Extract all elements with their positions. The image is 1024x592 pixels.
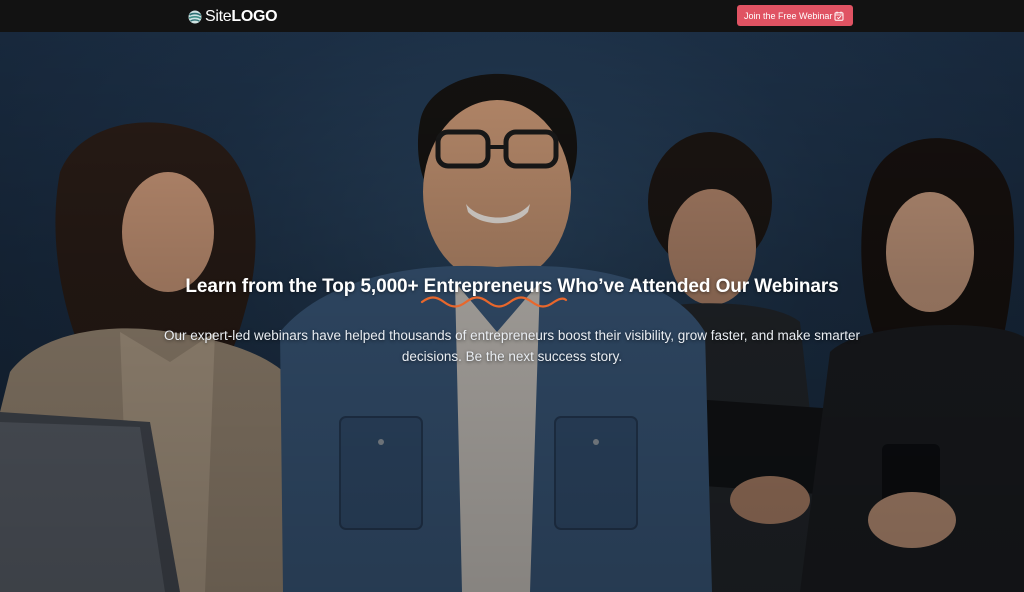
squiggle-underline <box>420 296 568 308</box>
join-webinar-button[interactable]: Join the Free Webinar <box>737 5 853 26</box>
landing-page: SiteLOGO Join the Free Webinar Learn fro… <box>0 0 1024 592</box>
logo-text-logo: LOGO <box>231 8 278 25</box>
header-bar <box>0 0 1024 32</box>
header-wave-edge <box>0 18 1024 30</box>
join-webinar-label: Join the Free Webinar <box>744 10 833 21</box>
hero-subtitle: Our expert-led webinars have helped thou… <box>163 328 861 364</box>
calendar-check-icon <box>834 11 844 21</box>
site-logo[interactable]: SiteLOGO <box>188 8 278 26</box>
hero-section <box>0 32 1024 592</box>
logo-text: SiteLOGO <box>205 8 278 26</box>
hero-title: Learn from the Top 5,000+ Entrepreneurs … <box>185 276 839 297</box>
globe-swirl-icon <box>188 10 202 24</box>
logo-text-site: Site <box>205 8 232 25</box>
hero-darken-overlay <box>0 32 1024 592</box>
